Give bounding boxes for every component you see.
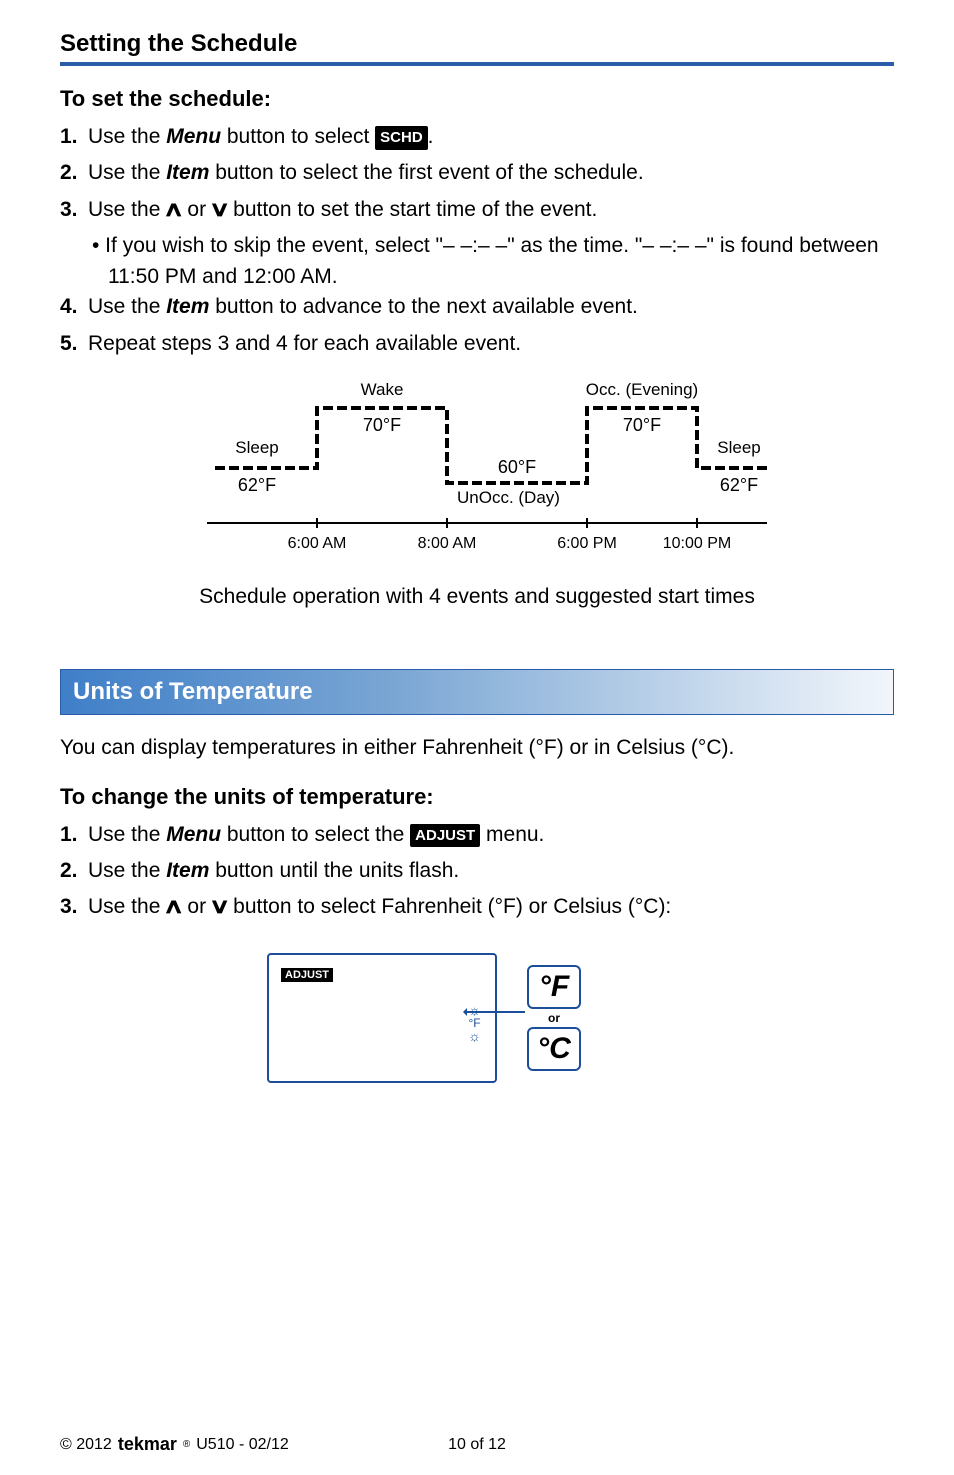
evt-temp: 60°F — [498, 457, 536, 477]
tick: 6:00 AM — [288, 535, 347, 552]
step-body: Use the Menu button to select SCHD. — [88, 122, 894, 152]
adjust-pill: ADJUST — [410, 824, 480, 848]
text: button to advance to the next available … — [209, 295, 637, 318]
doc-id: U510 - 02/12 — [196, 1436, 289, 1454]
step-body: Use the Item button until the units flas… — [88, 856, 894, 886]
schedule-svg: 6:00 AM 8:00 AM 6:00 PM 10:00 PM Sleep 6… — [167, 373, 787, 563]
evt: Occ. (Evening) — [586, 380, 698, 399]
schedule-steps: 1. Use the Menu button to select SCHD. 2… — [60, 122, 894, 225]
page-number: 10 of 12 — [448, 1436, 506, 1454]
units-step-3: 3. Use the ∧ or ∨ button to select Fahre… — [60, 892, 894, 922]
text: button to select — [221, 125, 375, 148]
step-5: 5. Repeat steps 3 and 4 for each availab… — [60, 329, 894, 359]
step-number: 1. — [60, 820, 88, 850]
schedule-diagram: 6:00 AM 8:00 AM 6:00 PM 10:00 PM Sleep 6… — [167, 373, 787, 609]
chevron-up-icon: ∧ — [163, 195, 185, 225]
section-title-schedule: Setting the Schedule — [60, 30, 894, 66]
item-label: Item — [166, 161, 209, 184]
step-1: 1. Use the Menu button to select SCHD. — [60, 122, 894, 152]
deg-c: °C — [537, 1034, 571, 1064]
units-step-1: 1. Use the Menu button to select the ADJ… — [60, 820, 894, 850]
schedule-subtitle: To set the schedule: — [60, 86, 894, 112]
footer: © 2012 tekmar ® U510 - 02/12 10 of 12 — [60, 1434, 894, 1455]
step-number: 3. — [60, 195, 88, 225]
text: Use the — [88, 295, 166, 318]
text: Use the — [88, 161, 166, 184]
evt: Sleep — [717, 438, 760, 457]
chevron-down-icon: ∨ — [209, 892, 231, 922]
text: menu. — [480, 823, 544, 846]
deg-f: °F — [539, 972, 569, 1002]
step-body: Repeat steps 3 and 4 for each available … — [88, 329, 894, 359]
chevron-down-icon: ∨ — [209, 195, 231, 225]
evt: UnOcc. (Day) — [457, 488, 560, 507]
lcd-f-text: °F — [468, 1017, 481, 1029]
lcd-f-indicator: ☼ °F ☼ — [468, 1003, 481, 1043]
text: Use the — [88, 823, 166, 846]
schedule-caption: Schedule operation with 4 events and sug… — [167, 585, 787, 609]
step-number: 3. — [60, 892, 88, 922]
evt: Sleep — [235, 438, 278, 457]
celsius-box: °C — [527, 1027, 581, 1071]
menu-label: Menu — [166, 125, 221, 148]
step-number: 2. — [60, 158, 88, 188]
step-number: 1. — [60, 122, 88, 152]
units-steps: 1. Use the Menu button to select the ADJ… — [60, 820, 894, 923]
evt: Wake — [361, 380, 404, 399]
lcd-box: ADJUST ☼ °F ☼ — [267, 953, 497, 1083]
units-banner: Units of Temperature — [60, 669, 894, 715]
reg-mark: ® — [183, 1439, 190, 1450]
text: button to select the first event of the … — [209, 161, 643, 184]
schedule-steps-cont: 4. Use the Item button to advance to the… — [60, 292, 894, 359]
copyright: © 2012 — [60, 1436, 112, 1454]
evt-temp: 70°F — [363, 415, 401, 435]
step-number: 4. — [60, 292, 88, 322]
text: Use the — [88, 859, 166, 882]
evt-temp: 62°F — [238, 475, 276, 495]
or-text: or — [548, 1011, 560, 1025]
brand: tekmar — [118, 1434, 177, 1455]
text: Use the — [88, 895, 166, 918]
units-intro: You can display temperatures in either F… — [60, 733, 894, 763]
text: . — [428, 125, 434, 148]
item-label: Item — [166, 859, 209, 882]
schd-pill: SCHD — [375, 126, 428, 150]
unit-options: °F or °C — [527, 965, 581, 1071]
step-4: 4. Use the Item button to advance to the… — [60, 292, 894, 322]
text: Use the — [88, 198, 166, 221]
tick: 8:00 AM — [418, 535, 477, 552]
chevron-up-icon: ∧ — [163, 892, 185, 922]
text: button to select the — [221, 823, 410, 846]
sun-icon: ☼ — [468, 1003, 481, 1017]
step-number: 2. — [60, 856, 88, 886]
units-step-2: 2. Use the Item button until the units f… — [60, 856, 894, 886]
step-body: Use the Menu button to select the ADJUST… — [88, 820, 894, 850]
fahrenheit-box: °F — [527, 965, 581, 1009]
evt-temp: 62°F — [720, 475, 758, 495]
text: Use the — [88, 125, 166, 148]
step-body: Use the ∧ or ∨ button to set the start t… — [88, 195, 894, 225]
sun-icon: ☼ — [468, 1029, 481, 1043]
step-number: 5. — [60, 329, 88, 359]
evt-temp: 70°F — [623, 415, 661, 435]
menu-label: Menu — [166, 823, 221, 846]
units-subtitle: To change the units of temperature: — [60, 784, 894, 810]
step-body: Use the ∧ or ∨ button to select Fahrenhe… — [88, 892, 894, 922]
text: button to select Fahrenheit (°F) or Cels… — [227, 895, 671, 918]
step-3: 3. Use the ∧ or ∨ button to set the star… — [60, 195, 894, 225]
item-label: Item — [166, 295, 209, 318]
step-body: Use the Item button to advance to the ne… — [88, 292, 894, 322]
tick: 10:00 PM — [663, 535, 731, 552]
arrow-icon — [465, 1011, 525, 1013]
lcd-adjust-pill: ADJUST — [281, 968, 333, 982]
text: button until the units flash. — [209, 859, 459, 882]
step-3-bullet: • If you wish to skip the event, select … — [108, 231, 894, 292]
text: or — [182, 895, 212, 918]
text: button to set the start time of the even… — [227, 198, 597, 221]
step-body: Use the Item button to select the first … — [88, 158, 894, 188]
step-2: 2. Use the Item button to select the fir… — [60, 158, 894, 188]
tick: 6:00 PM — [557, 535, 617, 552]
units-diagram: ADJUST ☼ °F ☼ °F or °C — [267, 953, 687, 1083]
text: or — [182, 198, 212, 221]
